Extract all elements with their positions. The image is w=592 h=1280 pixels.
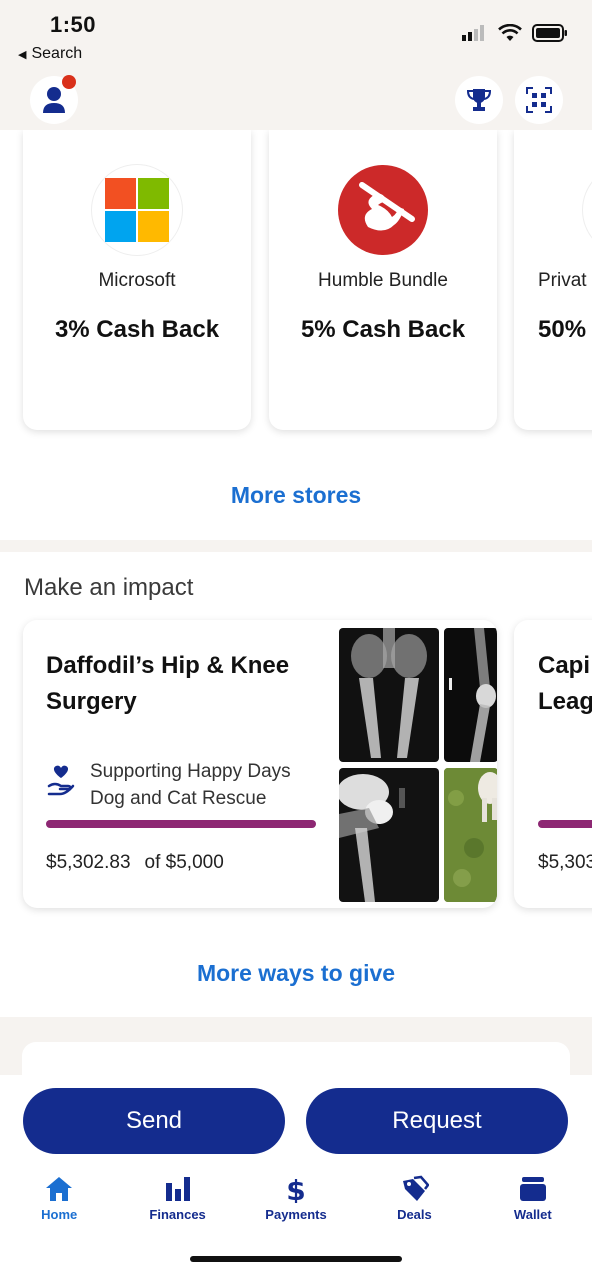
fundraiser-card-partial[interactable]: Capi Leag $5,303 <box>514 620 592 908</box>
qr-scan-button[interactable] <box>515 76 563 124</box>
status-time: 1:50 <box>50 12 97 37</box>
store-card-partial[interactable]: Privat 50% <box>514 130 592 430</box>
more-ways-to-give-link[interactable]: More ways to give <box>0 960 592 987</box>
tab-wallet[interactable]: Wallet <box>474 1175 592 1235</box>
trophy-icon <box>466 89 492 111</box>
store-name: Privat <box>538 270 587 291</box>
fundraiser-card[interactable]: Daffodil’s Hip & Knee Surgery Supporting… <box>23 620 497 908</box>
home-feed[interactable]: Microsoft 3% Cash Back Humble Bundle 5% … <box>0 130 592 1075</box>
microsoft-logo <box>91 164 183 256</box>
tab-home[interactable]: Home <box>0 1175 118 1235</box>
tab-finances[interactable]: Finances <box>118 1175 236 1235</box>
status-bar: 1:50 ◀ Search <box>0 0 592 70</box>
amount-raised: $5,303 <box>538 852 592 873</box>
store-cashback: 50% <box>538 316 587 343</box>
fundraiser-progress-fill <box>538 820 592 828</box>
system-icons <box>462 24 568 42</box>
tab-deals[interactable]: Deals <box>355 1175 473 1235</box>
tab-label: Home <box>41 1207 78 1222</box>
fundraiser-amount: $5,302.83 of $5,000 <box>46 852 224 874</box>
battery-icon <box>532 24 567 42</box>
tab-label: Deals <box>397 1207 432 1222</box>
store-name: Humble Bundle <box>318 270 448 291</box>
profile-icon <box>43 87 65 113</box>
fundraiser-org-text: Supporting Happy Days Dog and Cat Rescue <box>90 761 291 809</box>
cashback-stores-section: Microsoft 3% Cash Back Humble Bundle 5% … <box>0 130 592 540</box>
xray-photo-knee <box>339 768 439 902</box>
signal-icon <box>462 25 484 41</box>
rewards-button[interactable] <box>455 76 503 124</box>
back-to-search-link[interactable]: ◀ Search <box>18 45 82 63</box>
notification-dot <box>62 75 76 89</box>
fundraiser-title: Capi Leag <box>538 652 592 715</box>
humble-bundle-logo <box>337 164 429 256</box>
xray-photo-hips <box>339 628 439 762</box>
xray-photo-leg <box>444 628 497 762</box>
store-cashback: 3% Cash Back <box>54 316 220 343</box>
dollar-icon: $ <box>286 1175 305 1203</box>
back-arrow-icon: ◀ <box>18 48 27 61</box>
fundraiser-title: Daffodil’s Hip & Knee Surgery <box>46 652 290 715</box>
dog-on-grass-photo <box>444 768 497 902</box>
amount-goal: of $5,000 <box>144 852 224 873</box>
next-card[interactable] <box>22 1042 570 1075</box>
deals-icon <box>403 1175 430 1201</box>
profile-button[interactable] <box>30 75 78 124</box>
section-title: Make an impact <box>24 574 194 601</box>
app-header <box>0 75 592 128</box>
wifi-icon <box>498 24 522 41</box>
send-button[interactable]: Send <box>23 1088 285 1154</box>
qr-code-icon <box>526 87 552 113</box>
amount-raised: $5,302.83 <box>46 852 131 873</box>
more-stores-link[interactable]: More stores <box>0 482 592 509</box>
fundraiser-progress <box>46 820 316 828</box>
store-logo <box>582 164 592 256</box>
tab-bar: Home Finances $ Payments Deals Wallet <box>0 1175 592 1235</box>
store-card-microsoft[interactable]: Microsoft 3% Cash Back <box>23 130 251 430</box>
store-card-humble-bundle[interactable]: Humble Bundle 5% Cash Back <box>269 130 497 430</box>
svg-text:$: $ <box>286 1175 305 1203</box>
charity-hand-heart-icon <box>47 765 75 796</box>
fundraiser-org: Supporting Happy Days Dog and Cat Rescue <box>46 758 326 812</box>
back-label: Search <box>31 45 83 62</box>
next-section <box>0 1030 592 1075</box>
home-icon <box>46 1177 73 1201</box>
finances-icon <box>165 1177 190 1201</box>
fundraiser-progress-fill <box>46 820 316 828</box>
make-an-impact-section: Make an impact Daffodil’s Hip & Knee Sur… <box>0 552 592 1017</box>
request-button[interactable]: Request <box>306 1088 568 1154</box>
tab-label: Wallet <box>513 1207 552 1222</box>
fundraiser-progress <box>538 820 592 828</box>
fundraiser-photos <box>339 628 497 902</box>
tab-payments[interactable]: $ Payments <box>237 1175 355 1235</box>
tab-label: Finances <box>149 1207 206 1222</box>
home-indicator <box>190 1256 402 1262</box>
store-name: Microsoft <box>98 270 176 291</box>
store-cashback: 5% Cash Back <box>300 316 466 343</box>
wallet-icon <box>519 1177 546 1201</box>
bottom-bar: Send Request Home Finances $ Payments De… <box>0 1075 592 1280</box>
tab-label: Payments <box>265 1207 327 1222</box>
